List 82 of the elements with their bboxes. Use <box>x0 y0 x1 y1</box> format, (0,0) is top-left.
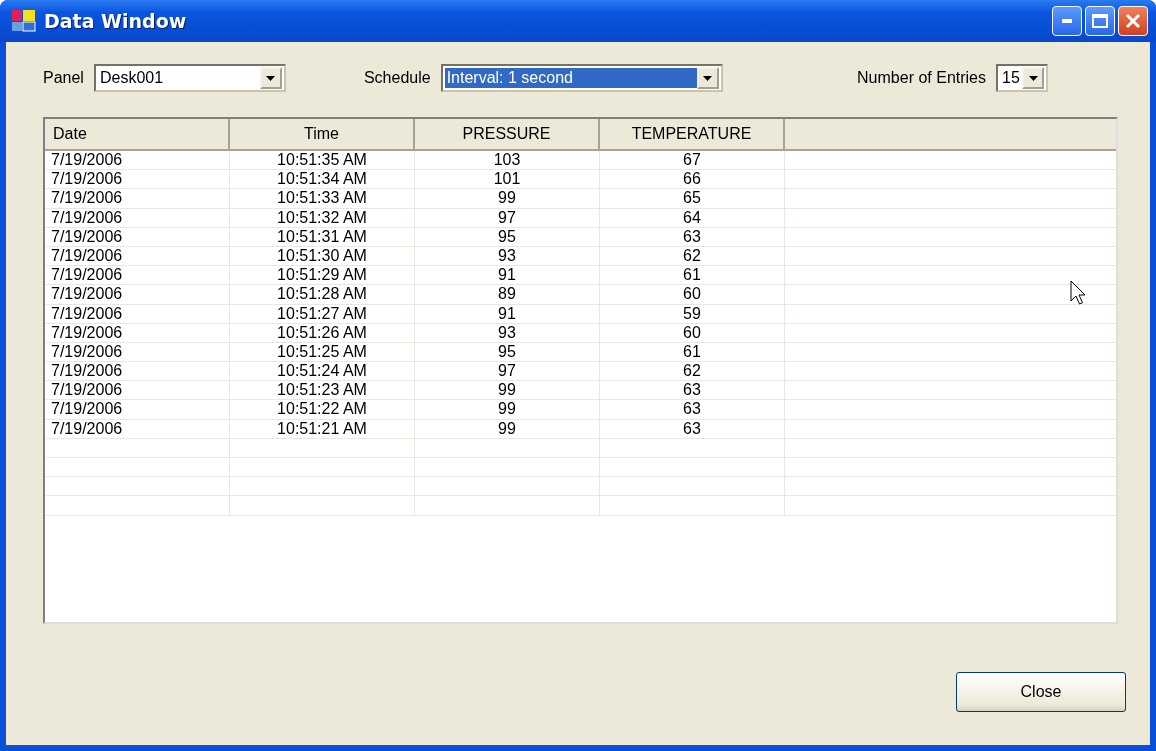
minimize-icon <box>1062 19 1072 23</box>
table-cell: 7/19/2006 <box>45 381 230 400</box>
table-cell: 93 <box>415 323 600 342</box>
table-cell: 10:51:33 AM <box>230 189 415 208</box>
column-header[interactable]: Date <box>45 119 230 149</box>
table-cell: 7/19/2006 <box>45 170 230 189</box>
table-cell: 62 <box>600 246 785 266</box>
table-cell: 99 <box>415 400 600 419</box>
table-cell: 10:51:29 AM <box>230 266 415 285</box>
table-cell: 62 <box>600 362 785 381</box>
table-cell: 7/19/2006 <box>45 208 230 227</box>
table-cell: 91 <box>415 266 600 285</box>
table-cell: 7/19/2006 <box>45 400 230 419</box>
table-cell: 61 <box>600 266 785 285</box>
table-cell: 10:51:24 AM <box>230 362 415 381</box>
maximize-icon <box>1092 14 1108 28</box>
dropdown-field[interactable]: 15 <box>996 64 1048 92</box>
table-cell: 7/19/2006 <box>45 189 230 208</box>
table-cell: 63 <box>600 227 785 246</box>
table-cell: 67 <box>600 151 785 170</box>
table-cell: 99 <box>415 419 600 438</box>
dropdown-field[interactable]: Desk001 <box>93 64 286 92</box>
field-label: Schedule <box>363 69 431 87</box>
table-cell: 95 <box>415 227 600 246</box>
table-cell: 101 <box>415 170 600 189</box>
table-cell: 95 <box>415 342 600 362</box>
close-button[interactable]: Close <box>956 672 1126 712</box>
table-cell: 66 <box>600 170 785 189</box>
table-cell: 10:51:26 AM <box>230 323 415 342</box>
table-cell: 10:51:22 AM <box>230 400 415 419</box>
table-cell: 97 <box>415 362 600 381</box>
table-cell: 7/19/2006 <box>45 266 230 285</box>
table-cell: 103 <box>415 151 600 170</box>
table-cell: 59 <box>600 304 785 323</box>
table-cell: 63 <box>600 381 785 400</box>
table-cell: 7/19/2006 <box>45 246 230 266</box>
column-header[interactable]: Time <box>230 119 415 149</box>
table-cell: 61 <box>600 342 785 362</box>
table-cell: 89 <box>415 285 600 304</box>
dropdown-arrow-icon <box>1028 75 1038 81</box>
column-header[interactable]: PRESSURE <box>415 119 600 149</box>
table-cell: 10:51:28 AM <box>230 285 415 304</box>
close-window-button[interactable] <box>1118 6 1148 36</box>
maximize-button[interactable] <box>1085 6 1115 36</box>
table-cell: 7/19/2006 <box>45 342 230 362</box>
table-cell: 91 <box>415 304 600 323</box>
table-cell: 65 <box>600 189 785 208</box>
app-icon <box>12 10 36 32</box>
table-cell: 99 <box>415 381 600 400</box>
minimize-button[interactable] <box>1052 6 1082 36</box>
table-cell: 10:51:31 AM <box>230 227 415 246</box>
table-cell: 97 <box>415 208 600 227</box>
table-cell: 7/19/2006 <box>45 362 230 381</box>
window-title: Data Window <box>44 10 188 32</box>
table-cell: 10:51:27 AM <box>230 304 415 323</box>
table-cell: 10:51:35 AM <box>230 151 415 170</box>
table-cell: 10:51:32 AM <box>230 208 415 227</box>
table-cell: 7/19/2006 <box>45 151 230 170</box>
table-cell: 10:51:30 AM <box>230 246 415 266</box>
table-cell: 7/19/2006 <box>45 304 230 323</box>
table-cell: 7/19/2006 <box>45 227 230 246</box>
table-cell: 60 <box>600 323 785 342</box>
dropdown-arrow-icon <box>266 75 276 81</box>
close-icon <box>1125 13 1141 29</box>
table-cell: 93 <box>415 246 600 266</box>
field-label: Panel <box>43 69 84 87</box>
table-cell: 99 <box>415 189 600 208</box>
table-cell: 10:51:23 AM <box>230 381 415 400</box>
mouse-pointer-icon <box>1070 280 1086 306</box>
table-cell: 10:51:34 AM <box>230 170 415 189</box>
table-cell: 7/19/2006 <box>45 323 230 342</box>
table-cell: 7/19/2006 <box>45 285 230 304</box>
table-cell: 63 <box>600 419 785 438</box>
table-cell: 60 <box>600 285 785 304</box>
table-cell: 10:51:25 AM <box>230 342 415 362</box>
table-cell: 64 <box>600 208 785 227</box>
field-label: Number of Entries <box>857 69 986 87</box>
table-cell: 7/19/2006 <box>45 419 230 438</box>
dropdown-field[interactable]: Interval: 1 second <box>440 64 723 92</box>
table-cell: 10:51:21 AM <box>230 419 415 438</box>
dropdown-arrow-icon <box>703 75 713 81</box>
table-cell: 63 <box>600 400 785 419</box>
